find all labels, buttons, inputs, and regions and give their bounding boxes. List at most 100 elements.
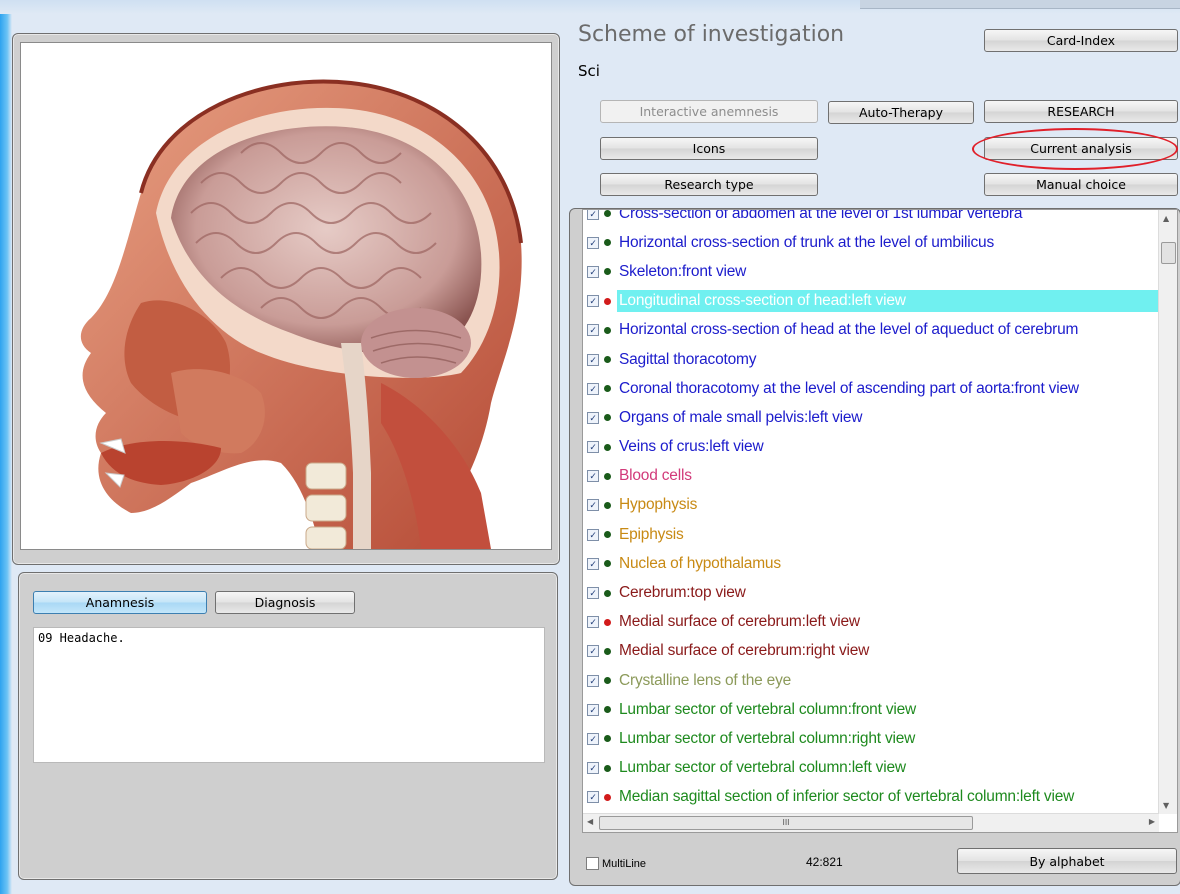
list-item[interactable]: ✓ Lumbar sector of vertebral column:left … [583, 754, 1159, 783]
checkbox-icon[interactable]: ✓ [587, 499, 599, 512]
research-list: ✓ Cross-section of abdomen at the level o… [582, 209, 1178, 833]
anamnesis-tab[interactable]: Anamnesis [33, 591, 207, 614]
status-dot-icon [604, 677, 611, 685]
checkbox-icon[interactable]: ✓ [587, 295, 599, 308]
checkbox-icon[interactable]: ✓ [587, 265, 599, 278]
vertical-scroll-thumb[interactable] [1161, 242, 1176, 264]
checkbox-icon[interactable]: ✓ [587, 616, 599, 629]
status-dot-icon [604, 414, 611, 422]
status-dot-icon [604, 531, 611, 539]
checkbox-icon[interactable]: ✓ [587, 645, 599, 658]
checkbox-icon[interactable]: ✓ [587, 732, 599, 745]
top-tab-strip [860, 0, 1180, 9]
list-item-label: Longitudinal cross-section of head:left … [617, 290, 1159, 313]
list-item[interactable]: ✓ Nuclea of hypothalamus [583, 549, 1159, 578]
research-type-button[interactable]: Research type [600, 173, 818, 196]
list-item-label: Lumbar sector of vertebral column:front … [619, 700, 917, 718]
list-item-label: Hypophysis [619, 496, 698, 514]
status-dot-icon [604, 268, 611, 276]
anatomy-image [20, 42, 552, 550]
list-item[interactable]: ✓ Lumbar sector of vertebral column:front… [583, 695, 1159, 724]
list-item[interactable]: ✓ Crystalline lens of the eye [583, 666, 1159, 695]
research-button[interactable]: RESEARCH [984, 100, 1178, 123]
by-alphabet-button[interactable]: By alphabet [957, 848, 1177, 874]
manual-choice-button[interactable]: Manual choice [984, 173, 1178, 196]
checkbox-icon[interactable]: ✓ [587, 324, 599, 337]
status-dot-icon [604, 706, 611, 714]
status-dot-icon [604, 297, 611, 305]
status-dot-icon [604, 385, 611, 393]
list-item-label: Nuclea of hypothalamus [619, 554, 781, 572]
list-item-label: Blood cells [619, 467, 692, 485]
scroll-left-icon[interactable]: ◀ [587, 817, 593, 826]
status-dot-icon [604, 326, 611, 334]
checkbox-icon[interactable]: ✓ [587, 674, 599, 687]
icons-button[interactable]: Icons [600, 137, 818, 160]
list-item[interactable]: ✓ Medial surface of cerebrum:right view [583, 637, 1159, 666]
status-dot-icon [604, 472, 611, 480]
status-dot-icon [604, 501, 611, 509]
status-dot-icon [604, 443, 611, 451]
horizontal-scrollbar[interactable]: ◀ III ▶ [583, 813, 1159, 832]
checkbox-icon[interactable]: ✓ [587, 441, 599, 454]
list-item[interactable]: ✓ Organs of male small pelvis:left view [583, 403, 1159, 432]
checkbox-icon[interactable]: ✓ [587, 762, 599, 775]
multiline-checkbox[interactable]: MultiLine [586, 857, 646, 870]
checkbox-icon[interactable]: ✓ [587, 353, 599, 366]
window-edge-left [0, 0, 12, 894]
list-item[interactable]: ✓ Hypophysis [583, 491, 1159, 520]
list-item[interactable]: ✓ Cerebrum:top view [583, 578, 1159, 607]
list-item[interactable]: ✓ Medial surface of cerebrum:left view [583, 608, 1159, 637]
list-item[interactable]: ✓ Blood cells [583, 462, 1159, 491]
list-item-label: Medial surface of cerebrum:left view [619, 613, 860, 631]
diagnosis-tab[interactable]: Diagnosis [215, 591, 355, 614]
current-analysis-button[interactable]: Current analysis [984, 137, 1178, 160]
anamnesis-textarea[interactable]: 09 Headache. [33, 627, 545, 763]
list-item-label: Horizontal cross-section of trunk at the… [619, 233, 995, 251]
list-item[interactable]: ✓ Veins of crus:left view [583, 433, 1159, 462]
list-item[interactable]: ✓ Horizontal cross-section of trunk at th… [583, 228, 1159, 257]
checkbox-icon[interactable]: ✓ [587, 587, 599, 600]
list-item-label: Epiphysis [619, 525, 684, 543]
list-item[interactable]: ✓ Cross-section of abdomen at the level o… [583, 210, 1159, 228]
status-dot-icon [604, 589, 611, 597]
status-dot-icon [604, 356, 611, 364]
item-counter: 42:821 [806, 855, 843, 869]
scroll-down-icon[interactable]: ▼ [1163, 801, 1169, 810]
page-title: Scheme of investigation [578, 22, 845, 47]
checkbox-icon[interactable]: ✓ [587, 210, 599, 220]
checkbox-icon[interactable]: ✓ [587, 470, 599, 483]
card-index-button[interactable]: Card-Index [984, 29, 1178, 52]
checkbox-icon[interactable]: ✓ [587, 703, 599, 716]
status-dot-icon [604, 560, 611, 568]
list-item-label: Lumbar sector of vertebral column:right … [619, 729, 916, 747]
list-item-label: Horizontal cross-section of head at the … [619, 321, 1079, 339]
checkbox-icon[interactable]: ✓ [587, 557, 599, 570]
anamnesis-panel: Anamnesis Diagnosis 09 Headache. [18, 572, 558, 880]
status-dot-icon [604, 210, 611, 218]
auto-therapy-button[interactable]: Auto-Therapy [828, 101, 974, 124]
list-item-label: Sagittal thoracotomy [619, 350, 757, 368]
list-item[interactable]: ✓ Skeleton:front view [583, 257, 1159, 286]
list-item[interactable]: ✓ Epiphysis [583, 520, 1159, 549]
horizontal-scroll-thumb[interactable]: III [599, 816, 973, 830]
list-item[interactable]: ✓ Median sagittal section of inferior sec… [583, 783, 1159, 812]
scroll-right-icon[interactable]: ▶ [1149, 817, 1155, 826]
scroll-up-icon[interactable]: ▲ [1163, 214, 1169, 223]
interactive-anemnesis-button[interactable]: Interactive anemnesis [600, 100, 818, 123]
checkbox-icon[interactable]: ✓ [587, 528, 599, 541]
checkbox-icon[interactable]: ✓ [587, 236, 599, 249]
list-item[interactable]: ✓ Lumbar sector of vertebral column:right… [583, 724, 1159, 753]
vertical-scrollbar[interactable]: ▲ ▼ [1158, 210, 1177, 814]
checkbox-icon[interactable]: ✓ [587, 382, 599, 395]
head-cross-section-illustration [80, 79, 523, 549]
multiline-label: MultiLine [602, 857, 647, 870]
multiline-checkbox-box[interactable] [586, 857, 599, 870]
list-item-label: Skeleton:front view [619, 262, 747, 280]
list-item[interactable]: ✓ Sagittal thoracotomy [583, 345, 1159, 374]
list-item[interactable]: ✓ Longitudinal cross-section of head:left… [583, 287, 1159, 316]
checkbox-icon[interactable]: ✓ [587, 411, 599, 424]
list-item[interactable]: ✓ Horizontal cross-section of head at the… [583, 316, 1159, 345]
checkbox-icon[interactable]: ✓ [587, 791, 599, 804]
list-item[interactable]: ✓ Coronal thoracotomy at the level of asc… [583, 374, 1159, 403]
